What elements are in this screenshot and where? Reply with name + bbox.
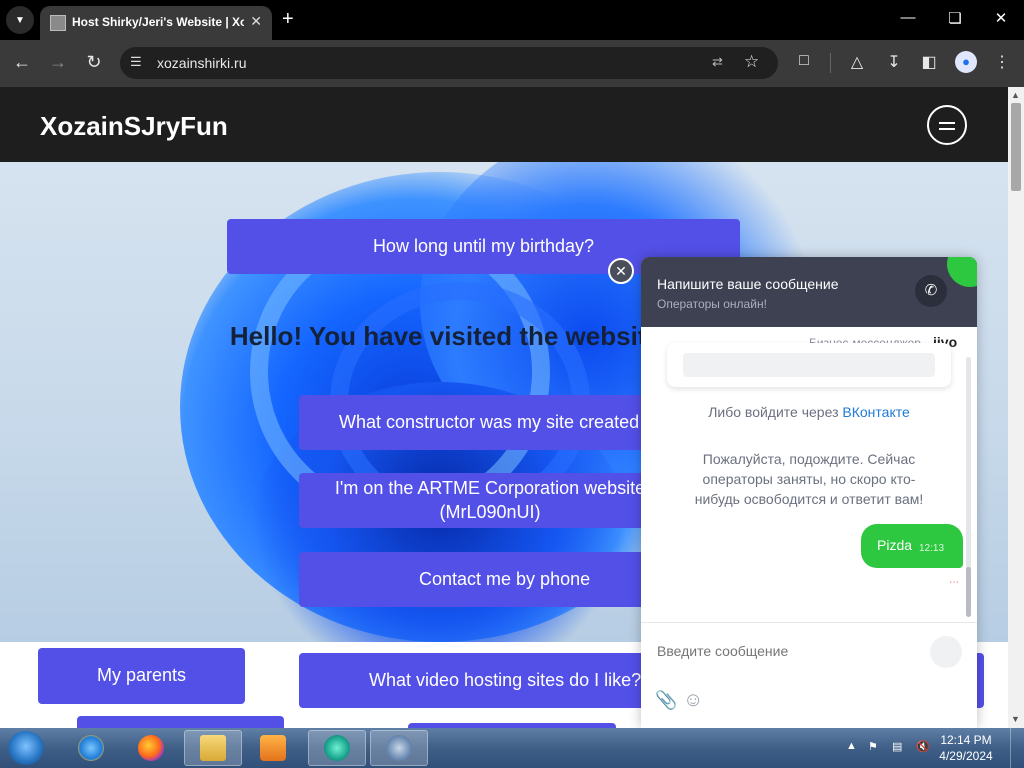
profile-icon[interactable]: ● bbox=[955, 51, 977, 73]
clock-time: 12:14 PM bbox=[940, 733, 992, 747]
new-tab-plus-icon[interactable]: + bbox=[282, 8, 294, 31]
chat-card-field[interactable] bbox=[683, 353, 935, 377]
scroll-down-arrow-icon[interactable]: ▼ bbox=[1011, 714, 1020, 724]
site-header: XozainSJryFun bbox=[0, 87, 1008, 162]
windows-taskbar: ▲ ⚑ ▤ 🔇 12:14 PM 4/29/2024 bbox=[0, 728, 1024, 768]
browser-app-icon[interactable] bbox=[308, 730, 366, 766]
address-bar[interactable]: ☰ xozainshirki.ru ⇄ ☆ bbox=[120, 47, 778, 79]
star-icon[interactable]: ☆ bbox=[744, 52, 759, 72]
chat-wait-message: Пожалуйста, подождите. Сейчас операторы … bbox=[694, 451, 924, 507]
chat-contact-card bbox=[667, 343, 951, 387]
vkontakte-login-link[interactable]: ВКонтакте bbox=[842, 404, 909, 420]
browser-tab-strip: ▼ Host Shirky/Jeri's Website | Xo ✕ + — … bbox=[0, 0, 1024, 40]
chat-divider bbox=[641, 622, 977, 623]
site-favicon-icon bbox=[50, 15, 66, 31]
translate-icon[interactable]: ⇄ bbox=[712, 54, 723, 70]
volume-muted-icon[interactable]: 🔇 bbox=[916, 740, 930, 753]
labs-icon[interactable]: △ bbox=[846, 52, 868, 72]
minimize-icon[interactable]: — bbox=[898, 9, 918, 26]
phone-call-icon[interactable]: ✆ bbox=[915, 275, 947, 307]
tab-close-icon[interactable]: ✕ bbox=[250, 13, 262, 30]
chat-header: Напишите ваше сообщение Операторы онлайн… bbox=[641, 257, 977, 327]
extensions-icon[interactable]: □ bbox=[793, 52, 815, 70]
app-window-icon[interactable] bbox=[370, 730, 428, 766]
chat-online-indicator bbox=[947, 257, 977, 287]
sidebar-icon[interactable]: ◧ bbox=[918, 52, 940, 72]
chat-message-time: 12:13 bbox=[919, 543, 945, 554]
chat-message-text: Pizda bbox=[877, 537, 913, 553]
browser-toolbar: ← → ↻ ☰ xozainshirki.ru ⇄ ☆ □ △ ↧ ◧ ● ⋮ bbox=[0, 40, 1024, 87]
chat-login-prefix: Либо войдите через bbox=[708, 404, 839, 420]
reload-icon[interactable]: ↻ bbox=[83, 52, 105, 73]
message-status-icon: ⋯ bbox=[949, 577, 959, 588]
action-center-flag-icon[interactable]: ⚑ bbox=[868, 740, 878, 753]
tab-search-icon[interactable]: ▼ bbox=[6, 6, 34, 34]
send-icon[interactable] bbox=[930, 636, 962, 668]
page-scrollbar[interactable]: ▲ ▼ bbox=[1008, 87, 1024, 728]
partial-button[interactable] bbox=[77, 716, 284, 728]
start-button-windows-icon[interactable] bbox=[8, 731, 44, 765]
media-player-icon[interactable] bbox=[244, 730, 302, 766]
chat-close-icon[interactable]: ✕ bbox=[608, 258, 634, 284]
clock-date: 4/29/2024 bbox=[939, 749, 993, 763]
chat-user-message: Pizda 12:13 bbox=[861, 524, 963, 568]
close-window-icon[interactable]: ✕ bbox=[991, 9, 1011, 27]
hamburger-menu-icon[interactable] bbox=[927, 105, 967, 145]
attach-paperclip-icon[interactable]: 📎 bbox=[655, 690, 677, 711]
emoji-icon[interactable]: ☺ bbox=[683, 689, 703, 712]
forward-icon[interactable]: → bbox=[47, 52, 69, 73]
jivo-chat-widget: Напишите ваше сообщение Операторы онлайн… bbox=[641, 257, 977, 728]
download-icon[interactable]: ↧ bbox=[883, 52, 905, 72]
site-logo[interactable]: XozainSJryFun bbox=[40, 111, 228, 142]
file-explorer-icon[interactable] bbox=[184, 730, 242, 766]
network-icon[interactable]: ▤ bbox=[892, 740, 902, 753]
url-text[interactable]: xozainshirki.ru bbox=[157, 55, 246, 71]
chat-title: Напишите ваше сообщение bbox=[657, 276, 839, 292]
chat-message-input[interactable] bbox=[657, 643, 917, 659]
tray-expand-icon[interactable]: ▲ bbox=[846, 740, 857, 752]
chat-scrollbar[interactable] bbox=[966, 357, 971, 617]
chat-login-line: Либо войдите через ВКонтакте bbox=[641, 404, 977, 420]
taskbar-clock[interactable]: 12:14 PM 4/29/2024 bbox=[936, 732, 996, 764]
browser-tab[interactable]: Host Shirky/Jeri's Website | Xo ✕ bbox=[40, 6, 272, 40]
my-parents-button[interactable]: My parents bbox=[38, 648, 245, 704]
tab-title: Host Shirky/Jeri's Website | Xo bbox=[72, 15, 244, 29]
back-icon[interactable]: ← bbox=[11, 52, 33, 73]
toolbar-divider bbox=[830, 53, 831, 73]
internet-explorer-icon[interactable] bbox=[62, 730, 120, 766]
menu-icon[interactable]: ⋮ bbox=[991, 52, 1013, 72]
restore-icon[interactable]: ❏ bbox=[945, 9, 965, 27]
site-info-icon[interactable]: ☰ bbox=[130, 54, 142, 70]
show-desktop-button[interactable] bbox=[1010, 728, 1024, 768]
scroll-up-arrow-icon[interactable]: ▲ bbox=[1011, 90, 1020, 100]
firefox-icon[interactable] bbox=[122, 730, 180, 766]
scrollbar-thumb[interactable] bbox=[1011, 103, 1021, 191]
chat-scrollbar-thumb[interactable] bbox=[966, 567, 971, 617]
chat-status: Операторы онлайн! bbox=[657, 297, 767, 311]
